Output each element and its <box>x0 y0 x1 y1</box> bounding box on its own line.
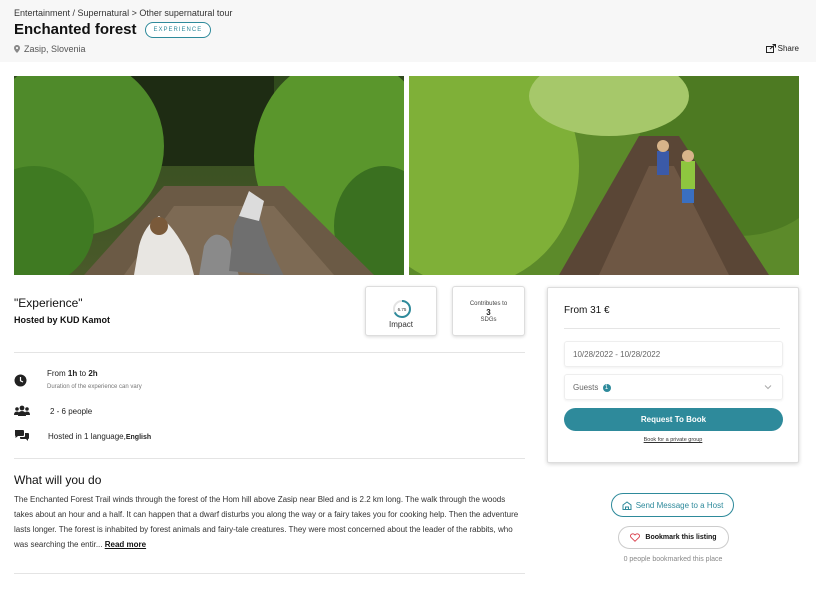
page-title: Enchanted forest <box>14 21 137 38</box>
location-text: Zasip, Slovenia <box>24 44 86 54</box>
sdg-label: SDGs <box>480 317 497 323</box>
send-message-label: Send Message to a Host <box>635 500 724 510</box>
title-row: Enchanted forest EXPERIENCE <box>14 21 212 38</box>
heart-icon <box>630 533 641 542</box>
breadcrumb[interactable]: Entertainment / Supernatural > Other sup… <box>14 8 232 18</box>
group-size: 2 - 6 people <box>50 407 93 416</box>
sdg-card[interactable]: Contributes to 3 SDGs <box>452 286 525 336</box>
duration-prefix: From <box>47 369 68 378</box>
forest-photo-1 <box>14 76 404 275</box>
section-divider <box>14 458 525 459</box>
read-more-link[interactable]: Read more <box>105 540 146 549</box>
bookmark-label: Bookmark this listing <box>645 534 717 541</box>
clock-icon <box>14 374 27 387</box>
guests-select[interactable]: Guests 1 <box>564 374 783 400</box>
impact-label: Impact <box>388 320 413 329</box>
impact-card[interactable]: 6.75 Impact <box>365 286 437 336</box>
gallery-photo-girl-with-dogs[interactable] <box>14 76 404 275</box>
chat-bubbles-icon <box>15 430 29 441</box>
guests-count-badge: 1 <box>602 383 611 392</box>
host-home-icon <box>622 500 632 510</box>
gallery-photo-children-on-trail[interactable] <box>409 76 799 275</box>
duration-max: 2h <box>88 369 98 378</box>
description-body: The Enchanted Forest Trail winds through… <box>14 495 519 549</box>
share-button[interactable]: Share <box>765 44 799 53</box>
language-prefix: Hosted in 1 language, <box>48 432 126 441</box>
people-icon <box>14 405 30 416</box>
booking-divider <box>564 328 780 329</box>
language-text: Hosted in 1 language,English <box>48 432 151 441</box>
sdg-caption: Contributes to <box>469 301 508 307</box>
description-text: The Enchanted Forest Trail winds through… <box>14 492 524 552</box>
section-divider <box>14 573 525 574</box>
language-value: English <box>125 434 152 441</box>
location: Zasip, Slovenia <box>14 44 86 54</box>
guests-label: Guests <box>573 383 599 392</box>
listing-header: Entertainment / Supernatural > Other sup… <box>0 0 816 62</box>
experience-type-title: "Experience" <box>14 296 83 310</box>
section-divider <box>14 352 525 353</box>
map-pin-icon <box>14 45 20 53</box>
chevron-down-icon <box>764 385 772 390</box>
date-range-field[interactable]: 10/28/2022 - 10/28/2022 <box>564 341 783 367</box>
bookmark-button[interactable]: Bookmark this listing <box>618 526 729 549</box>
price-from: From 31 € <box>564 305 610 316</box>
booking-card: From 31 € 10/28/2022 - 10/28/2022 Guests… <box>547 287 799 463</box>
sdg-count: 3 <box>486 308 491 317</box>
duration-text: From 1h to 2h <box>47 369 98 378</box>
request-to-book-button[interactable]: Request To Book <box>564 408 783 431</box>
section-heading: What will you do <box>14 473 102 487</box>
forest-photo-2 <box>409 76 799 275</box>
duration-mid: to <box>77 369 89 378</box>
bookmark-count: 0 people bookmarked this place <box>623 556 723 563</box>
duration-note: Duration of the experience can vary <box>47 384 142 390</box>
duration-min: 1h <box>67 369 78 378</box>
hosted-by[interactable]: Hosted by KUD Kamot <box>14 315 110 325</box>
impact-score: 6.75 <box>398 307 407 312</box>
private-group-link[interactable]: Book for a private group <box>548 437 798 443</box>
share-label: Share <box>777 44 799 53</box>
send-message-button[interactable]: Send Message to a Host <box>611 493 734 517</box>
category-badge: EXPERIENCE <box>144 21 212 38</box>
impact-ring-icon: 6.75 <box>393 300 411 318</box>
share-icon <box>765 44 776 53</box>
